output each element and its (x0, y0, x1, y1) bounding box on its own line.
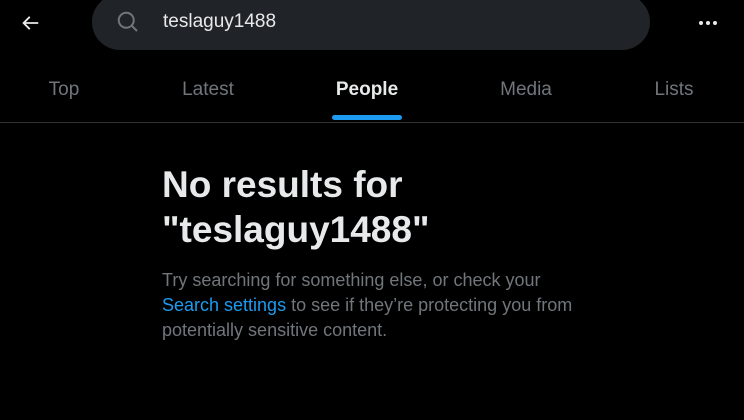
more-options-button[interactable] (690, 8, 726, 38)
more-horizontal-icon (699, 21, 717, 25)
search-settings-link[interactable]: Search settings (162, 295, 286, 315)
search-icon (117, 11, 138, 32)
empty-state: No results for "teslaguy1488" Try search… (162, 162, 582, 343)
tab-lists[interactable]: Lists (630, 58, 718, 122)
empty-state-title-line2: "teslaguy1488" (162, 209, 430, 250)
empty-state-title-line1: No results for (162, 164, 403, 205)
back-button[interactable] (14, 7, 46, 39)
active-tab-indicator (332, 115, 402, 120)
search-tabs: Top Latest People Media Lists (0, 58, 744, 123)
search-bar[interactable] (92, 0, 650, 50)
tab-latest[interactable]: Latest (160, 58, 256, 122)
search-results-screen: Top Latest People Media Lists No results… (0, 0, 744, 420)
empty-state-description: Try searching for something else, or che… (162, 268, 582, 343)
tab-media[interactable]: Media (478, 58, 574, 122)
tab-people[interactable]: People (316, 58, 418, 122)
arrow-left-icon (22, 16, 39, 30)
tab-top[interactable]: Top (18, 58, 110, 122)
empty-state-title: No results for "teslaguy1488" (162, 162, 582, 252)
search-input[interactable] (163, 8, 623, 36)
empty-state-desc-before: Try searching for something else, or che… (162, 270, 541, 290)
